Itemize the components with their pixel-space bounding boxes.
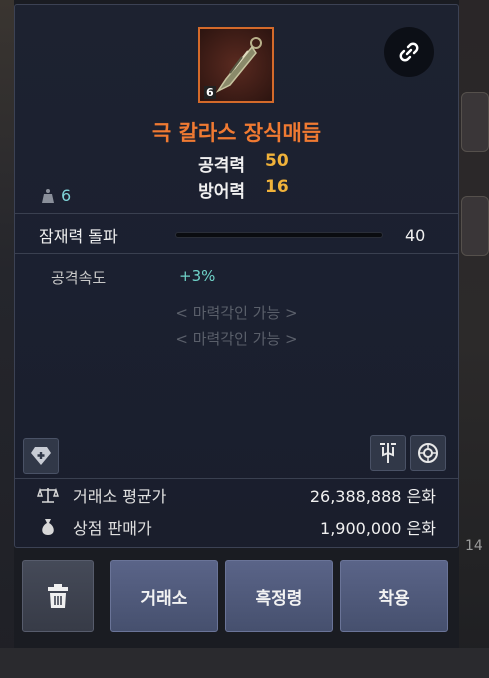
market-price-row: 거래소 평균가 26,388,888 은화 [15, 480, 458, 510]
side-number: 14 [465, 538, 483, 554]
stat-value: 50 [265, 151, 289, 171]
divider [15, 213, 458, 214]
background-bottom [0, 648, 489, 678]
side-slot[interactable] [461, 92, 489, 152]
weight-icon [42, 188, 54, 203]
money-bag-icon [37, 516, 59, 538]
engrave-slot-1: < 마력각인 가능 > [175, 304, 298, 322]
link-button[interactable] [384, 27, 434, 77]
side-slot[interactable] [461, 196, 489, 256]
flower-icon [418, 443, 438, 463]
attack-speed-row: 공격속도 +3% [51, 267, 215, 288]
item-tooltip-panel: 6 극 칼라스 장식매듭 공격력 50 방어력 16 6 잠재력 돌파 40 공… [14, 4, 459, 548]
caphras-icon [380, 443, 396, 463]
grade-badge: 6 [204, 86, 216, 99]
stat-label: 공격력 [198, 156, 245, 176]
attack-speed-value: +3% [179, 267, 216, 285]
caphras-button[interactable] [370, 435, 406, 471]
stat-row-defense: 방어력 16 [135, 177, 335, 202]
potential-bar [175, 232, 383, 238]
delete-button[interactable] [22, 560, 94, 632]
stat-label: 방어력 [198, 182, 245, 202]
scale-icon [37, 484, 59, 506]
divider [15, 478, 458, 479]
trash-icon [48, 584, 68, 608]
crystal-socket-button[interactable] [23, 438, 59, 474]
equip-button[interactable]: 착용 [340, 560, 448, 632]
divider [15, 253, 458, 254]
price-value: 1,900,000 은화 [320, 519, 436, 538]
market-button[interactable]: 거래소 [110, 560, 218, 632]
weight: 6 [41, 186, 71, 205]
potential-label: 잠재력 돌파 [39, 227, 118, 246]
attack-speed-label: 공격속도 [51, 269, 107, 287]
price-label: 상점 판매가 [73, 519, 152, 538]
gem-plus-icon [31, 447, 51, 465]
stat-value: 16 [265, 177, 289, 197]
price-value: 26,388,888 은화 [309, 487, 436, 506]
link-icon [399, 42, 419, 62]
black-spirit-button[interactable]: 흑정령 [225, 560, 333, 632]
background-right: 14 [459, 0, 489, 678]
potential-value: 40 [405, 225, 426, 245]
engrave-slot-2: < 마력각인 가능 > [175, 330, 298, 348]
item-icon: 6 [198, 27, 274, 103]
potential-row: 잠재력 돌파 40 [15, 215, 458, 255]
stat-row-attack: 공격력 50 [135, 151, 335, 176]
weight-value: 6 [61, 186, 72, 205]
item-name: 극 칼라스 장식매듭 [151, 121, 322, 145]
spirit-button[interactable] [410, 435, 446, 471]
price-label: 거래소 평균가 [73, 487, 167, 506]
shop-price-row: 상점 판매가 1,900,000 은화 [15, 512, 458, 542]
background-left [0, 0, 14, 678]
